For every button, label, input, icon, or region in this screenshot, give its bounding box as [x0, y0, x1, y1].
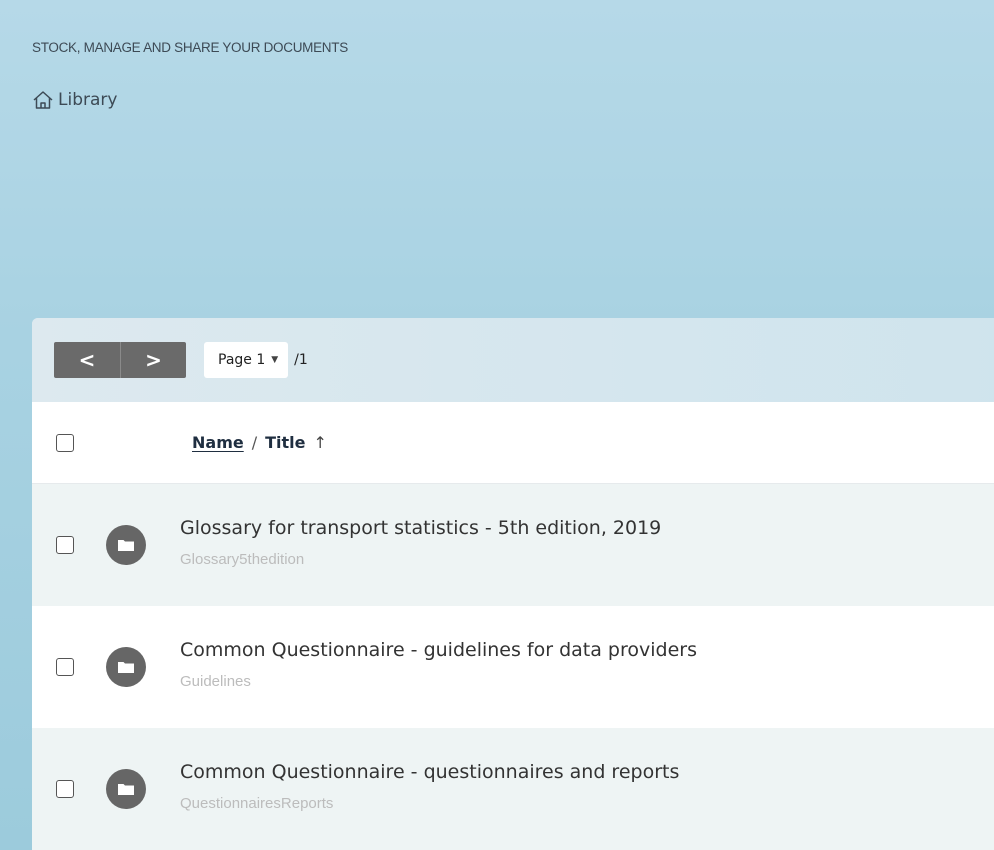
prev-page-button[interactable]: < — [54, 342, 120, 378]
header-subtitle: STOCK, MANAGE AND SHARE YOUR DOCUMENTS — [32, 40, 348, 55]
select-all-checkbox[interactable] — [56, 433, 74, 452]
row-checkbox[interactable] — [56, 536, 74, 554]
page-nav: < > — [54, 342, 186, 378]
row-checkbox[interactable] — [56, 658, 74, 676]
table-row[interactable]: Common Questionnaire - guidelines for da… — [32, 606, 994, 728]
row-title[interactable]: Common Questionnaire - questionnaires an… — [180, 761, 679, 783]
row-checkbox[interactable] — [56, 780, 74, 798]
sort-by-title-link[interactable]: Title — [265, 433, 305, 452]
document-panel: < > Page 1 ▼ /1 Name / Title ↑ Glossary … — [32, 318, 994, 850]
row-name: Guidelines — [180, 672, 251, 690]
table-header: Name / Title ↑ — [32, 402, 994, 484]
sort-by-name-link[interactable]: Name — [192, 433, 244, 452]
page-select[interactable]: Page 1 ▼ — [204, 342, 289, 378]
sort-arrow-icon: ↑ — [313, 433, 327, 452]
pagination-toolbar: < > Page 1 ▼ /1 — [32, 318, 994, 402]
row-name: Glossary5thedition — [180, 550, 305, 568]
table-row[interactable]: Glossary for transport statistics - 5th … — [32, 484, 994, 606]
table-row[interactable]: Common Questionnaire - questionnaires an… — [32, 728, 994, 850]
page-total: /1 — [294, 352, 308, 368]
folder-icon — [106, 647, 146, 687]
breadcrumb[interactable]: Library — [32, 90, 117, 110]
row-name: QuestionnairesReports — [180, 794, 334, 812]
folder-icon — [106, 525, 146, 565]
page-select-value: Page 1 — [218, 352, 266, 368]
folder-icon — [106, 769, 146, 809]
row-title[interactable]: Common Questionnaire - guidelines for da… — [180, 639, 697, 661]
next-page-button[interactable]: > — [120, 342, 186, 378]
row-title[interactable]: Glossary for transport statistics - 5th … — [180, 517, 661, 539]
column-separator: / — [251, 433, 258, 452]
home-icon — [32, 90, 54, 110]
column-header-name-title: Name / Title ↑ — [192, 433, 327, 452]
chevron-down-icon: ▼ — [271, 355, 279, 365]
breadcrumb-library[interactable]: Library — [58, 90, 117, 110]
